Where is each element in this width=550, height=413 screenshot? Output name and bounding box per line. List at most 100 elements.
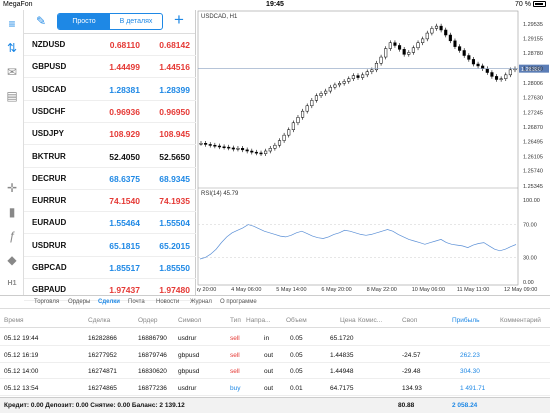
- column-header-11[interactable]: Комментарий: [500, 317, 541, 324]
- candle: [213, 144, 217, 147]
- candle: [314, 95, 318, 101]
- cell-symbol: gbpusd: [178, 351, 200, 359]
- tab-6[interactable]: О программе: [220, 299, 257, 305]
- quote-row-bktrur[interactable]: BKTRUR 52.4050 52.5650: [24, 146, 196, 168]
- quote-symbol: GBPUSD: [32, 62, 67, 72]
- candle: [481, 65, 485, 69]
- objects-icon[interactable]: ◆: [4, 252, 20, 268]
- quote-row-gbpusd[interactable]: GBPUSD 1.44499 1.44516: [24, 56, 196, 79]
- chart-svg[interactable]: USDCAD, H1 RSI(14) 45.79 1.28380 1.29535…: [186, 10, 550, 295]
- column-header-6[interactable]: Объем: [286, 317, 307, 324]
- indicators-icon[interactable]: ƒ: [4, 228, 20, 244]
- candle: [388, 42, 392, 49]
- view-segmented-control: Просто В деталях: [57, 13, 163, 30]
- cell-volume: 0.05: [290, 368, 303, 375]
- chart-title: USDCAD, H1: [201, 14, 238, 20]
- cell-price: 64.7175: [330, 384, 354, 392]
- quote-row-usdcad[interactable]: USDCAD 1.28381 1.28399: [24, 79, 196, 101]
- edit-icon[interactable]: ✎: [36, 14, 46, 28]
- rsi-tick-label: 70.00: [523, 223, 537, 229]
- price-chart[interactable]: USDCAD, H1 RSI(14) 45.79 1.28380 1.29535…: [186, 10, 550, 295]
- trade-icon[interactable]: ⇅: [4, 40, 20, 56]
- quote-row-usdchf[interactable]: USDCHF 0.96936 0.96950: [24, 101, 196, 123]
- add-symbol-icon[interactable]: +: [174, 10, 184, 30]
- column-header-5[interactable]: Напра...: [246, 317, 270, 324]
- quote-bid: 1.44499: [109, 62, 140, 73]
- quote-bid: 65.1815: [109, 240, 140, 251]
- candle: [499, 78, 503, 80]
- tab-3[interactable]: Почта: [128, 299, 145, 305]
- quote-symbol: NZDUSD: [32, 40, 66, 49]
- clock: 19:45: [266, 1, 284, 8]
- quote-row-euraud[interactable]: EURAUD 1.55464 1.55504: [24, 212, 196, 235]
- crosshair-icon[interactable]: ✛: [4, 180, 20, 196]
- left-sidebar: ≡ ⇅ ✉ ▤ ✛ ▮ ƒ ◆ H1: [0, 10, 24, 295]
- quote-symbol: GBPAUD: [32, 285, 67, 295]
- table-row[interactable]: 05.12 13:54 16274865 16877236 usdrur buy out 0…: [0, 380, 550, 396]
- column-header-8[interactable]: Комис...: [358, 317, 382, 324]
- candle: [365, 71, 369, 76]
- candle: [356, 75, 360, 78]
- quote-row-decrur[interactable]: DECRUR 68.6375 68.9345: [24, 168, 196, 190]
- quote-row-nzdusd[interactable]: NZDUSD 0.68110 0.68142: [24, 34, 196, 56]
- quote-ask: 52.5650: [159, 151, 190, 162]
- quote-ask: 108.945: [159, 129, 190, 140]
- candle: [393, 42, 397, 46]
- quotes-icon[interactable]: ≡: [4, 16, 20, 32]
- cell-symbol: usdrur: [178, 384, 197, 392]
- tab-detailed[interactable]: В деталях: [110, 14, 162, 29]
- candle: [361, 74, 365, 78]
- time-tick-label: 11 May 11:00: [457, 287, 490, 293]
- column-header-7[interactable]: Цена: [340, 317, 356, 324]
- column-header-1[interactable]: Сделка: [88, 317, 110, 324]
- quote-ask: 1.28399: [159, 84, 190, 95]
- cell-swap: 134.93: [402, 384, 422, 392]
- tab-simple[interactable]: Просто: [58, 14, 110, 29]
- candles-icon[interactable]: ▮: [4, 204, 20, 220]
- candle: [254, 151, 258, 154]
- tab-2[interactable]: Сделки: [98, 299, 120, 305]
- candle: [416, 42, 420, 49]
- column-header-2[interactable]: Ордер: [138, 317, 158, 324]
- price-tick-label: 1.28780: [523, 51, 543, 57]
- cell-price: 65.1720: [330, 335, 354, 342]
- timeframe-icon[interactable]: H1: [4, 276, 20, 292]
- column-header-10[interactable]: Прибыль: [452, 317, 480, 324]
- chat-icon[interactable]: ✉: [4, 64, 20, 80]
- tab-5[interactable]: Журнал: [190, 299, 212, 305]
- cell-order: 16830620: [138, 368, 167, 375]
- candle: [250, 150, 254, 153]
- table-row[interactable]: 05.12 16:19 16277952 16879746 gbpusd sell out…: [0, 347, 550, 363]
- candle: [282, 134, 286, 141]
- price-tick-label: 1.25345: [523, 184, 543, 190]
- history-icon[interactable]: ▤: [4, 88, 20, 104]
- column-header-4[interactable]: Тип: [230, 317, 241, 324]
- column-header-9[interactable]: Своп: [402, 317, 417, 324]
- tab-0[interactable]: Торговля: [34, 299, 59, 305]
- candle: [245, 149, 249, 152]
- quote-row-usdrur[interactable]: USDRUR 65.1815 65.2015: [24, 235, 196, 257]
- table-row[interactable]: 05.12 14:00 16274871 16830620 gbpusd sell out…: [0, 363, 550, 379]
- column-header-3[interactable]: Символ: [178, 317, 201, 324]
- cell-profit: 304.30: [460, 368, 480, 375]
- candle: [411, 47, 415, 53]
- cell-volume: 0.05: [290, 351, 303, 359]
- column-header-0[interactable]: Время: [4, 317, 24, 324]
- quote-row-eurrur[interactable]: EURRUR 74.1540 74.1935: [24, 190, 196, 213]
- cell-order: 16879746: [138, 351, 167, 359]
- tab-4[interactable]: Новости: [156, 299, 179, 305]
- quote-row-usdjpy[interactable]: USDJPY 108.929 108.945: [24, 123, 196, 146]
- deals-table-header: Время Сделка Ордер Символ Тип Напра... Объем Це…: [0, 314, 550, 328]
- cell-order: 16877236: [138, 384, 167, 392]
- candle: [324, 90, 328, 94]
- candle: [259, 152, 263, 155]
- candle: [277, 140, 282, 146]
- rsi-tick-label: 30.00: [523, 255, 537, 261]
- price-tick-label: 1.27245: [523, 111, 543, 117]
- table-row[interactable]: 05.12 19:44 16282866 16886790 usdrur sell in 0…: [0, 330, 550, 346]
- quote-bid: 52.4050: [109, 151, 140, 162]
- tab-1[interactable]: Ордеры: [68, 299, 90, 305]
- price-tick-label: 1.26495: [523, 140, 543, 146]
- quote-row-gbpcad[interactable]: GBPCAD 1.85517 1.85550: [24, 257, 196, 279]
- candle: [268, 148, 272, 152]
